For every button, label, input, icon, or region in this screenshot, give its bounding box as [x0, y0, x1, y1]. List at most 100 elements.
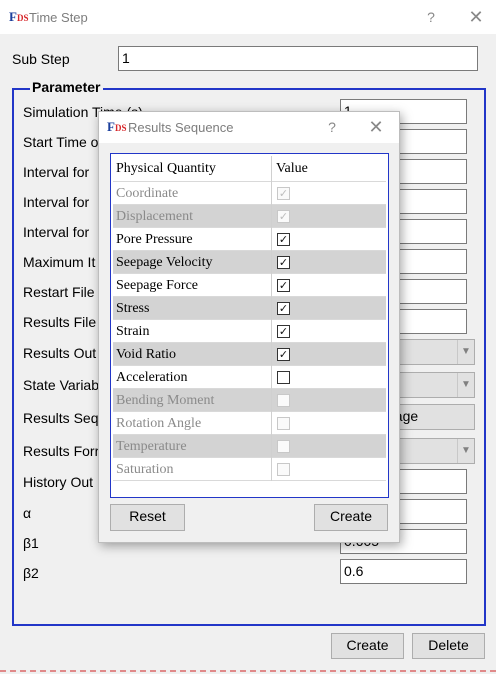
value-checkbox [277, 440, 290, 453]
table-row: Displacement ✓ [113, 205, 386, 228]
help-button[interactable]: ? [421, 9, 441, 25]
window-edge-divider [0, 670, 496, 672]
value-checkbox[interactable]: ✓ [277, 279, 290, 292]
column-separator [271, 297, 272, 320]
param-label-interval-1: Interval for [23, 164, 90, 180]
value-checkbox[interactable]: ✓ [277, 325, 290, 338]
physical-quantity-name: Strain [116, 324, 150, 339]
table-row: Rotation Angle [113, 412, 386, 435]
column-separator [271, 389, 272, 412]
table-row: Strain ✓ [113, 320, 386, 343]
value-checkbox [277, 417, 290, 430]
check-icon: ✓ [278, 279, 289, 292]
value-checkbox[interactable]: ✓ [277, 348, 290, 361]
beta2-input[interactable]: 0.6 [340, 559, 467, 584]
dialog-title-bar: FDS Results Sequence ? ✕ [99, 112, 399, 143]
dialog-title: Results Sequence [128, 120, 234, 135]
param-label-beta1: β1 [23, 535, 39, 551]
app-logo-icon: FDS [9, 9, 29, 24]
physical-quantity-name: Stress [116, 301, 150, 316]
param-label-results-file: Results File [23, 314, 97, 330]
table-row: Bending Moment [113, 389, 386, 412]
close-button[interactable]: ✕ [465, 8, 487, 26]
check-icon: ✓ [278, 233, 289, 246]
value-checkbox[interactable] [277, 371, 290, 384]
dialog-help-button[interactable]: ? [322, 119, 342, 135]
results-sequence-dialog: FDS Results Sequence ? ✕ Physical Quanti… [98, 111, 400, 543]
table-row: Coordinate ✓ [113, 182, 386, 205]
check-icon: ✓ [278, 302, 289, 315]
param-label-restart-file: Restart File [23, 284, 95, 300]
parameter-group-title: Parameter [30, 79, 103, 95]
dialog-close-button[interactable]: ✕ [365, 118, 387, 136]
table-row: Acceleration [113, 366, 386, 389]
column-separator [271, 205, 272, 228]
table-row: Saturation [113, 458, 386, 481]
physical-quantity-name: Rotation Angle [116, 416, 202, 431]
results-table: Physical Quantity Value Coordinate ✓ Displ… [110, 153, 389, 498]
chevron-down-icon: ▼ [457, 439, 474, 463]
physical-quantity-name: Seepage Force [116, 278, 199, 293]
table-row: Temperature [113, 435, 386, 458]
param-label-start-time: Start Time of [23, 134, 103, 150]
column-separator [271, 343, 272, 366]
column-separator [271, 156, 272, 182]
check-icon: ✓ [278, 210, 289, 223]
physical-quantity-name: Acceleration [116, 370, 188, 385]
physical-quantity-name: Seepage Velocity [116, 255, 213, 270]
column-separator [271, 251, 272, 274]
check-icon: ✓ [278, 256, 289, 269]
column-separator [271, 228, 272, 251]
value-checkbox[interactable]: ✓ [277, 302, 290, 315]
value-checkbox [277, 463, 290, 476]
physical-quantity-name: Coordinate [116, 186, 179, 201]
param-label-state-variable: State Variab [23, 377, 100, 393]
sub-step-label: Sub Step [12, 51, 70, 67]
create-button[interactable]: Create [331, 633, 404, 659]
table-header: Physical Quantity Value [113, 156, 386, 182]
value-checkbox[interactable]: ✓ [277, 256, 290, 269]
column-separator [271, 182, 272, 205]
param-label-results-sequence: Results Seq [23, 410, 99, 426]
check-icon: ✓ [278, 187, 289, 200]
chevron-down-icon: ▼ [457, 373, 474, 397]
value-checkbox: ✓ [277, 187, 290, 200]
window-title: Time Step [29, 10, 88, 25]
table-row: Pore Pressure ✓ [113, 228, 386, 251]
sub-step-input[interactable]: 1 [118, 46, 478, 71]
column-separator [271, 366, 272, 389]
param-label-alpha: α [23, 505, 32, 521]
column-separator [271, 435, 272, 458]
value-checkbox: ✓ [277, 210, 290, 223]
dialog-create-button[interactable]: Create [314, 504, 388, 531]
physical-quantity-name: Displacement [116, 209, 193, 224]
title-bar: FDS Time Step ? ✕ [0, 0, 496, 34]
table-row: Seepage Force ✓ [113, 274, 386, 297]
value-checkbox[interactable]: ✓ [277, 233, 290, 246]
reset-button[interactable]: Reset [110, 504, 185, 531]
column-separator [271, 412, 272, 435]
delete-button[interactable]: Delete [412, 633, 485, 659]
column-separator [271, 458, 272, 481]
value-checkbox [277, 394, 290, 407]
param-label-beta2: β2 [23, 565, 39, 581]
physical-quantity-name: Saturation [116, 462, 174, 477]
table-row: Void Ratio ✓ [113, 343, 386, 366]
physical-quantity-name: Pore Pressure [116, 232, 193, 247]
param-label-results-format: Results Forr [23, 443, 100, 459]
table-row: Seepage Velocity ✓ [113, 251, 386, 274]
param-label-history-output: History Out [23, 474, 94, 490]
check-icon: ✓ [278, 348, 289, 361]
physical-quantity-name: Temperature [116, 439, 187, 454]
column-separator [271, 320, 272, 343]
param-label-results-output: Results Out [23, 345, 97, 361]
table-row: Stress ✓ [113, 297, 386, 320]
param-label-interval-2: Interval for [23, 194, 90, 210]
app-logo-icon: FDS [107, 119, 127, 134]
chevron-down-icon: ▼ [457, 340, 474, 364]
param-label-interval-3: Interval for [23, 224, 90, 240]
column-physical-quantity: Physical Quantity [116, 161, 216, 176]
param-label-maximum-iterations: Maximum It [23, 254, 96, 270]
physical-quantity-name: Bending Moment [116, 393, 215, 408]
column-separator [271, 274, 272, 297]
